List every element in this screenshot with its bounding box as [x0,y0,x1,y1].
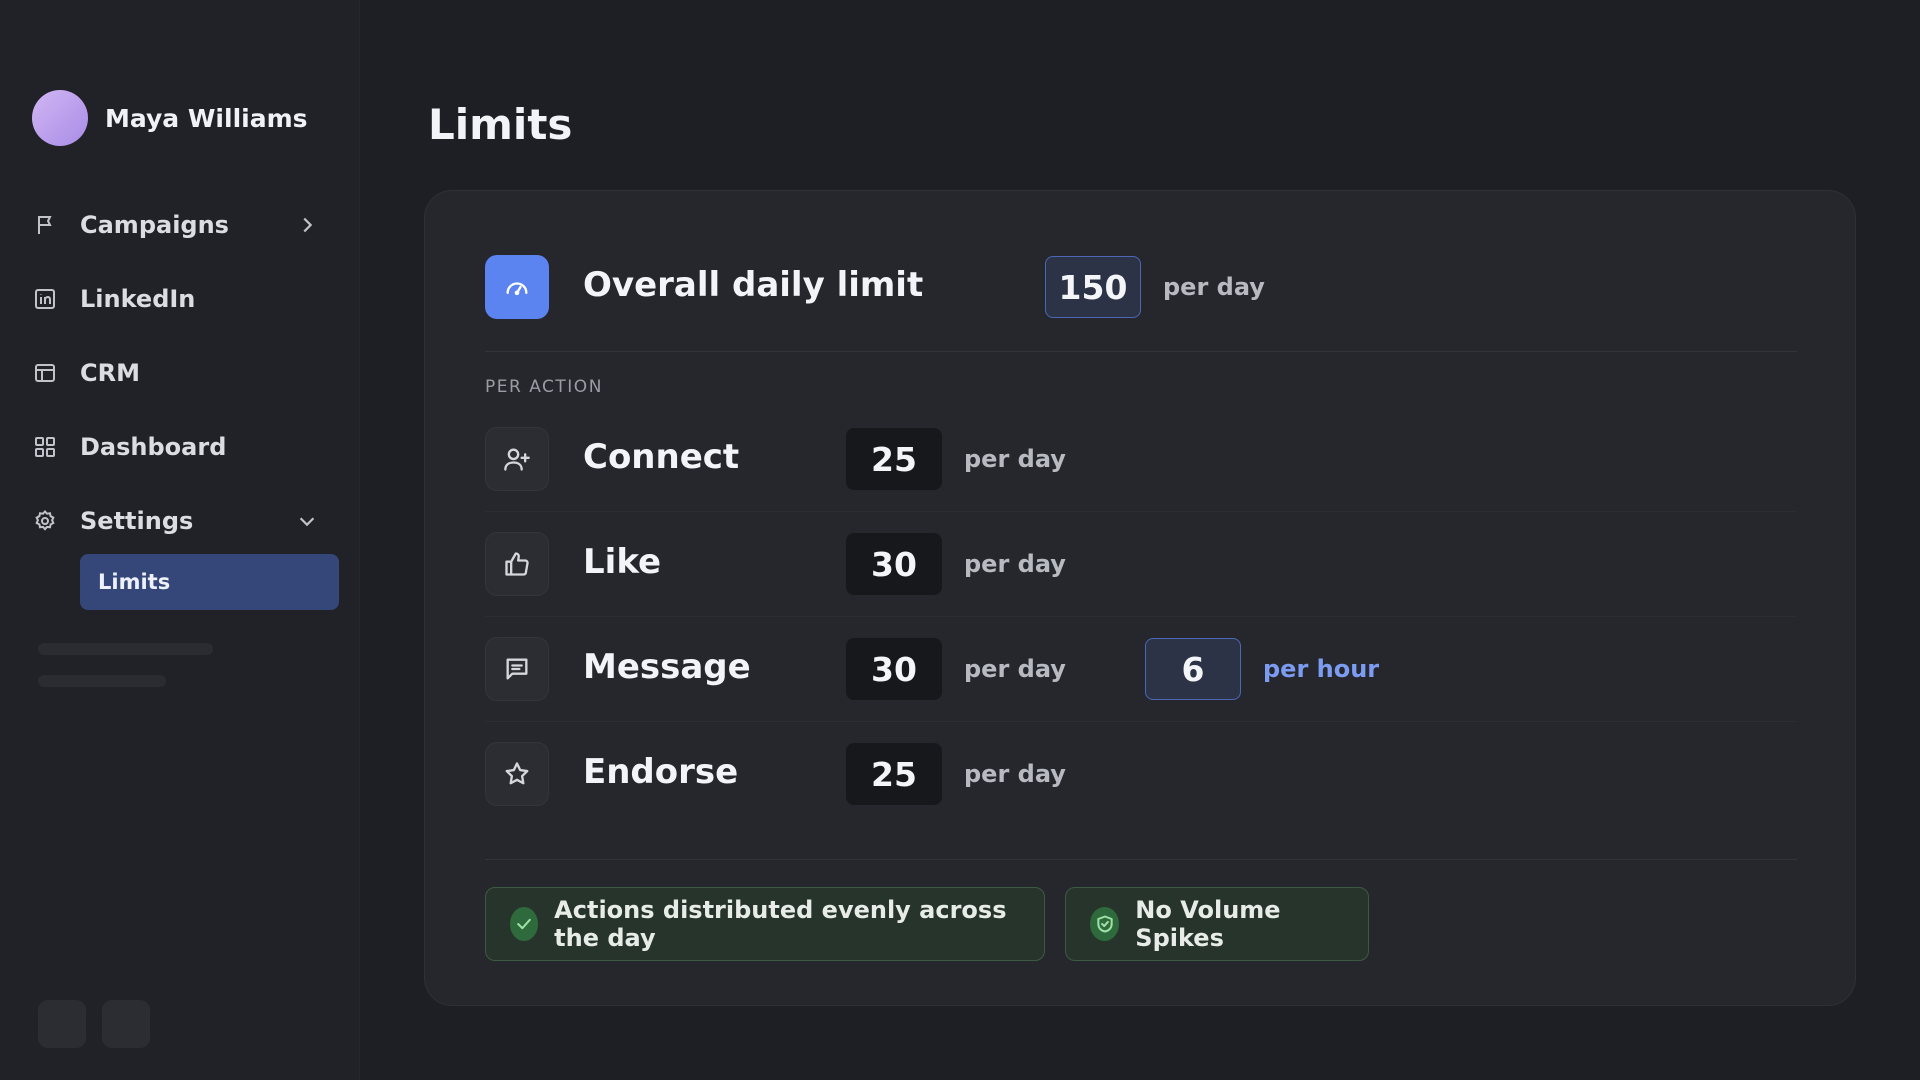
shield-check-icon [1090,907,1120,941]
connect-limit-input[interactable]: 25 [846,428,942,490]
message-hourly-limit-unit: per hour [1263,655,1380,683]
section-label: PER ACTION [485,377,603,397]
sidebar-item-label: Settings [80,507,194,535]
flag-icon [30,210,60,240]
sidebar-item-linkedin[interactable]: LinkedIn [30,262,340,336]
action-label-message: Message [583,647,751,687]
gauge-icon [485,255,549,319]
connect-limit-unit: per day [964,445,1066,473]
chevron-right-icon[interactable] [296,214,318,236]
user-profile[interactable]: Maya Williams [32,90,308,146]
grid-icon [30,432,60,462]
gear-icon [30,506,60,536]
check-icon [510,907,539,941]
status-badge-distribution: Actions distributed evenly across the da… [485,887,1045,961]
overall-limit-input[interactable]: 150 [1045,256,1141,318]
user-name: Maya Williams [105,103,308,133]
sidebar-item-label: Dashboard [80,433,227,461]
user-plus-icon [485,427,549,491]
sidebar: Maya Williams Campaigns LinkedIn CRM Das… [0,0,360,1080]
chevron-down-icon[interactable] [296,510,318,532]
sidebar-item-label: CRM [80,359,140,387]
sidebar-item-label: Campaigns [80,211,229,239]
overall-limit-label: Overall daily limit [583,265,924,305]
endorse-limit-unit: per day [964,760,1066,788]
limits-card: Overall daily limit 150 per day PER ACTI… [424,190,1856,1006]
badge-label: Actions distributed evenly across the da… [554,896,1007,952]
linkedin-icon [30,284,60,314]
divider [485,859,1797,860]
action-label-endorse: Endorse [583,752,739,792]
message-icon [485,637,549,701]
row-divider [485,721,1797,722]
row-divider [485,616,1797,617]
message-limit-unit: per day [964,655,1066,683]
page-title: Limits [428,100,573,149]
action-label-connect: Connect [583,437,740,477]
footer-button[interactable] [38,1000,86,1048]
endorse-limit-input[interactable]: 25 [846,743,942,805]
star-icon [485,742,549,806]
status-badge-no-spikes: No Volume Spikes [1065,887,1369,961]
message-limit-input[interactable]: 30 [846,638,942,700]
sidebar-item-settings[interactable]: Settings [30,484,340,558]
sidebar-item-dashboard[interactable]: Dashboard [30,410,340,484]
sidebar-item-label: LinkedIn [80,285,196,313]
thumbs-up-icon [485,532,549,596]
action-label-like: Like [583,542,662,582]
sidebar-item-campaigns[interactable]: Campaigns [30,188,340,262]
message-hourly-limit-input[interactable]: 6 [1145,638,1241,700]
skeleton-placeholder [38,675,166,687]
sidebar-nav: Campaigns LinkedIn CRM Dashboard Setting… [30,188,340,558]
badge-label: No Volume Spikes [1135,896,1281,952]
overall-limit-unit: per day [1163,273,1265,301]
table-icon [30,358,60,388]
avatar[interactable] [32,90,88,146]
like-limit-input[interactable]: 30 [846,533,942,595]
skeleton-placeholder [38,643,213,655]
row-divider [485,511,1797,512]
footer-button[interactable] [102,1000,150,1048]
sidebar-item-crm[interactable]: CRM [30,336,340,410]
sidebar-subitem-limits[interactable]: Limits [80,554,339,610]
like-limit-unit: per day [964,550,1066,578]
divider [485,351,1797,352]
